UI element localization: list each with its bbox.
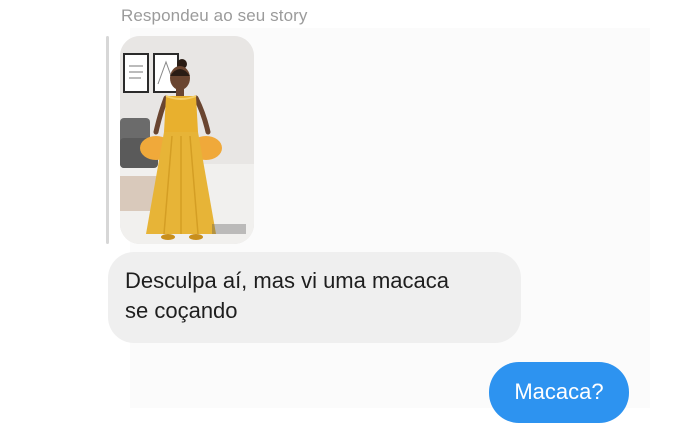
- received-message-line-1: Desculpa aí, mas vi uma macaca: [125, 268, 450, 293]
- story-reply-caption: Respondeu ao seu story: [121, 6, 308, 25]
- story-reply-indicator: [106, 36, 109, 244]
- received-message-line-2: se coçando: [125, 298, 238, 323]
- story-photo: [120, 36, 254, 244]
- received-message-bubble[interactable]: Desculpa aí, mas vi uma macaca se coçand…: [108, 252, 521, 343]
- sent-message-bubble[interactable]: Macaca?: [489, 362, 629, 423]
- sent-message-text: Macaca?: [514, 379, 604, 404]
- chat-screen: Respondeu ao seu story Desculpa aí, mas …: [0, 0, 680, 430]
- story-thumbnail[interactable]: [120, 36, 254, 244]
